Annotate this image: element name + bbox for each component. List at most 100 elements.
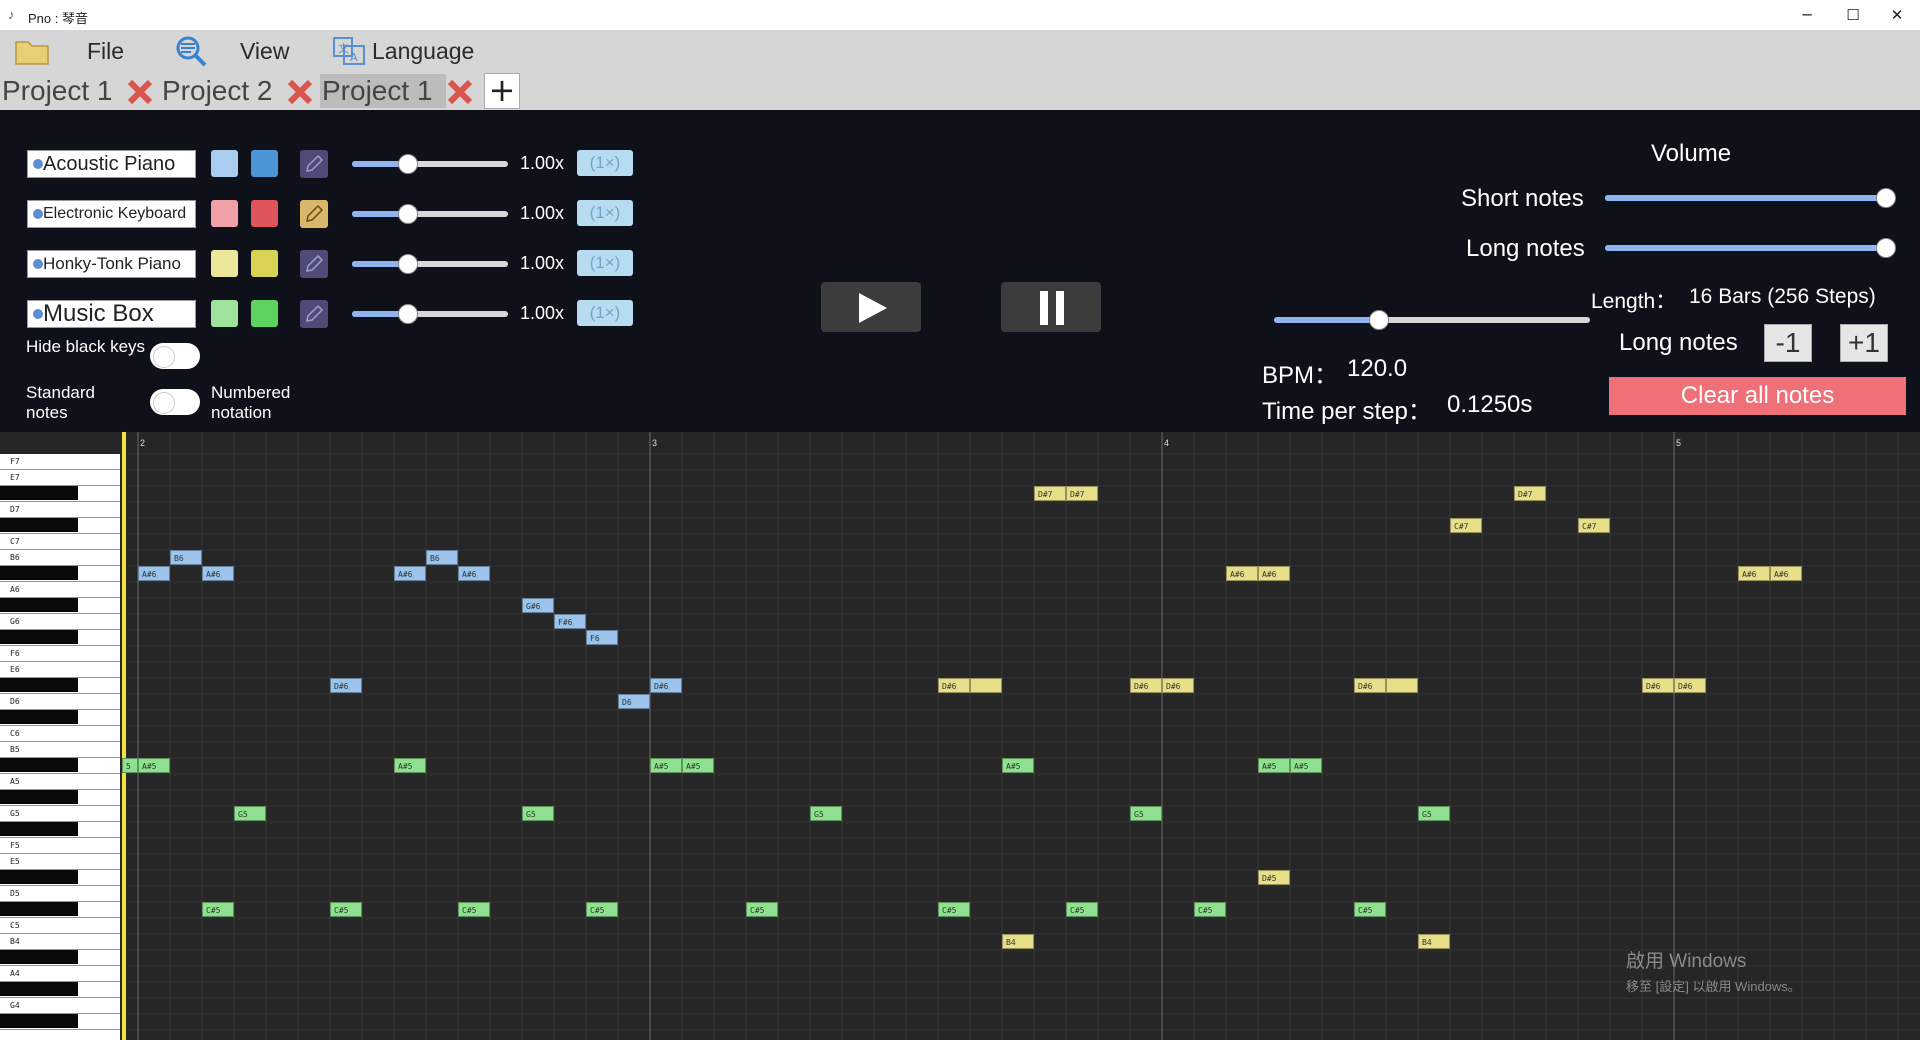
note[interactable]: A#5 (138, 758, 170, 773)
black-key[interactable] (0, 598, 78, 612)
note[interactable]: A#6 (458, 566, 490, 581)
tab-project-2[interactable]: Project 2 (160, 74, 275, 108)
close-button[interactable]: ✕ (1874, 0, 1920, 30)
note[interactable]: A#6 (1258, 566, 1290, 581)
note[interactable]: A#5 (650, 758, 682, 773)
black-key[interactable] (0, 1014, 78, 1028)
black-key[interactable] (0, 630, 78, 644)
speed-multiplier-button[interactable]: (1×) (577, 250, 633, 276)
note[interactable]: D#7 (1034, 486, 1066, 501)
note[interactable]: D#6 (1642, 678, 1674, 693)
long-notes-minus-button[interactable]: -1 (1764, 324, 1812, 362)
clear-all-notes-button[interactable]: Clear all notes (1609, 377, 1906, 415)
pause-button[interactable] (1001, 282, 1101, 332)
light-color-swatch[interactable] (211, 300, 238, 327)
note[interactable]: A#5 (682, 758, 714, 773)
menu-language[interactable]: Language (372, 38, 474, 65)
close-tab-icon[interactable] (286, 78, 314, 106)
white-key[interactable] (0, 1030, 120, 1040)
note[interactable]: D#6 (1130, 678, 1162, 693)
instrument-name[interactable]: Electronic Keyboard (27, 200, 196, 228)
speed-multiplier-button[interactable]: (1×) (577, 300, 633, 326)
note[interactable]: A#5 (1290, 758, 1322, 773)
note[interactable]: 5 (122, 758, 138, 773)
playhead[interactable] (122, 432, 126, 1040)
note[interactable]: G5 (1418, 806, 1450, 821)
language-icon[interactable]: 文 A (332, 36, 366, 66)
light-color-swatch[interactable] (211, 150, 238, 177)
search-icon[interactable] (174, 34, 208, 68)
note[interactable]: G5 (522, 806, 554, 821)
short-notes-volume-slider[interactable] (1605, 188, 1896, 208)
black-key[interactable] (0, 870, 78, 884)
pencil-button[interactable] (300, 200, 328, 228)
bpm-slider[interactable] (1274, 310, 1590, 330)
note[interactable]: C#7 (1450, 518, 1482, 533)
close-tab-icon[interactable] (126, 78, 154, 106)
speed-slider[interactable] (352, 254, 508, 274)
note[interactable]: A#6 (394, 566, 426, 581)
note[interactable]: D#6 (938, 678, 970, 693)
note[interactable] (970, 678, 1002, 693)
speed-multiplier-button[interactable]: (1×) (577, 200, 633, 226)
folder-icon[interactable] (14, 36, 50, 66)
note[interactable]: A#5 (394, 758, 426, 773)
note[interactable]: D6 (618, 694, 650, 709)
note[interactable]: G5 (810, 806, 842, 821)
instrument-name[interactable]: Acoustic Piano (27, 150, 196, 178)
tab-project-1[interactable]: Project 1 (0, 74, 115, 108)
note[interactable]: C#5 (1354, 902, 1386, 917)
light-color-swatch[interactable] (211, 200, 238, 227)
note[interactable]: C#5 (202, 902, 234, 917)
play-button[interactable] (821, 282, 921, 332)
note[interactable]: B6 (426, 550, 458, 565)
note[interactable]: G5 (1130, 806, 1162, 821)
notation-toggle[interactable] (150, 389, 200, 415)
note[interactable]: D#7 (1514, 486, 1546, 501)
note[interactable]: D#6 (330, 678, 362, 693)
pencil-button[interactable] (300, 250, 328, 278)
dark-color-swatch[interactable] (251, 300, 278, 327)
note[interactable]: C#5 (458, 902, 490, 917)
note[interactable]: C#5 (1066, 902, 1098, 917)
add-tab-button[interactable]: + (484, 73, 520, 109)
note[interactable]: C#5 (938, 902, 970, 917)
note[interactable]: D#6 (650, 678, 682, 693)
long-notes-plus-button[interactable]: +1 (1840, 324, 1888, 362)
note[interactable]: A#5 (1002, 758, 1034, 773)
black-key[interactable] (0, 710, 78, 724)
instrument-name[interactable]: Honky-Tonk Piano (27, 250, 196, 278)
dark-color-swatch[interactable] (251, 250, 278, 277)
note[interactable]: F6 (586, 630, 618, 645)
pencil-button[interactable] (300, 150, 328, 178)
black-key[interactable] (0, 790, 78, 804)
piano-keyboard[interactable]: F7 E7 D7 C7 B6 A6 G6 F6 E6 D6 C6 B5 A5 G5 F5 E5 D5 C5 B4 A4… (0, 432, 122, 1040)
menu-file[interactable]: File (87, 38, 124, 65)
speed-slider[interactable] (352, 204, 508, 224)
instrument-name[interactable]: Music Box (27, 300, 196, 328)
note[interactable]: C#7 (1578, 518, 1610, 533)
black-key[interactable] (0, 950, 78, 964)
tab-project-1-active[interactable]: Project 1 (320, 74, 446, 108)
note[interactable]: A#6 (1226, 566, 1258, 581)
black-key[interactable] (0, 566, 78, 580)
black-key[interactable] (0, 758, 78, 772)
note[interactable] (1386, 678, 1418, 693)
note[interactable]: D#6 (1354, 678, 1386, 693)
black-key[interactable] (0, 486, 78, 500)
hide-black-keys-toggle[interactable] (150, 343, 200, 369)
black-key[interactable] (0, 518, 78, 532)
note[interactable]: C#5 (1194, 902, 1226, 917)
note[interactable]: B4 (1418, 934, 1450, 949)
note[interactable]: F#6 (554, 614, 586, 629)
light-color-swatch[interactable] (211, 250, 238, 277)
note[interactable]: A#6 (1770, 566, 1802, 581)
note[interactable]: D#7 (1066, 486, 1098, 501)
black-key[interactable] (0, 902, 78, 916)
note[interactable]: B4 (1002, 934, 1034, 949)
speed-slider[interactable] (352, 154, 508, 174)
close-tab-icon[interactable] (446, 78, 474, 106)
dark-color-swatch[interactable] (251, 200, 278, 227)
speed-slider[interactable] (352, 304, 508, 324)
note[interactable]: G5 (234, 806, 266, 821)
